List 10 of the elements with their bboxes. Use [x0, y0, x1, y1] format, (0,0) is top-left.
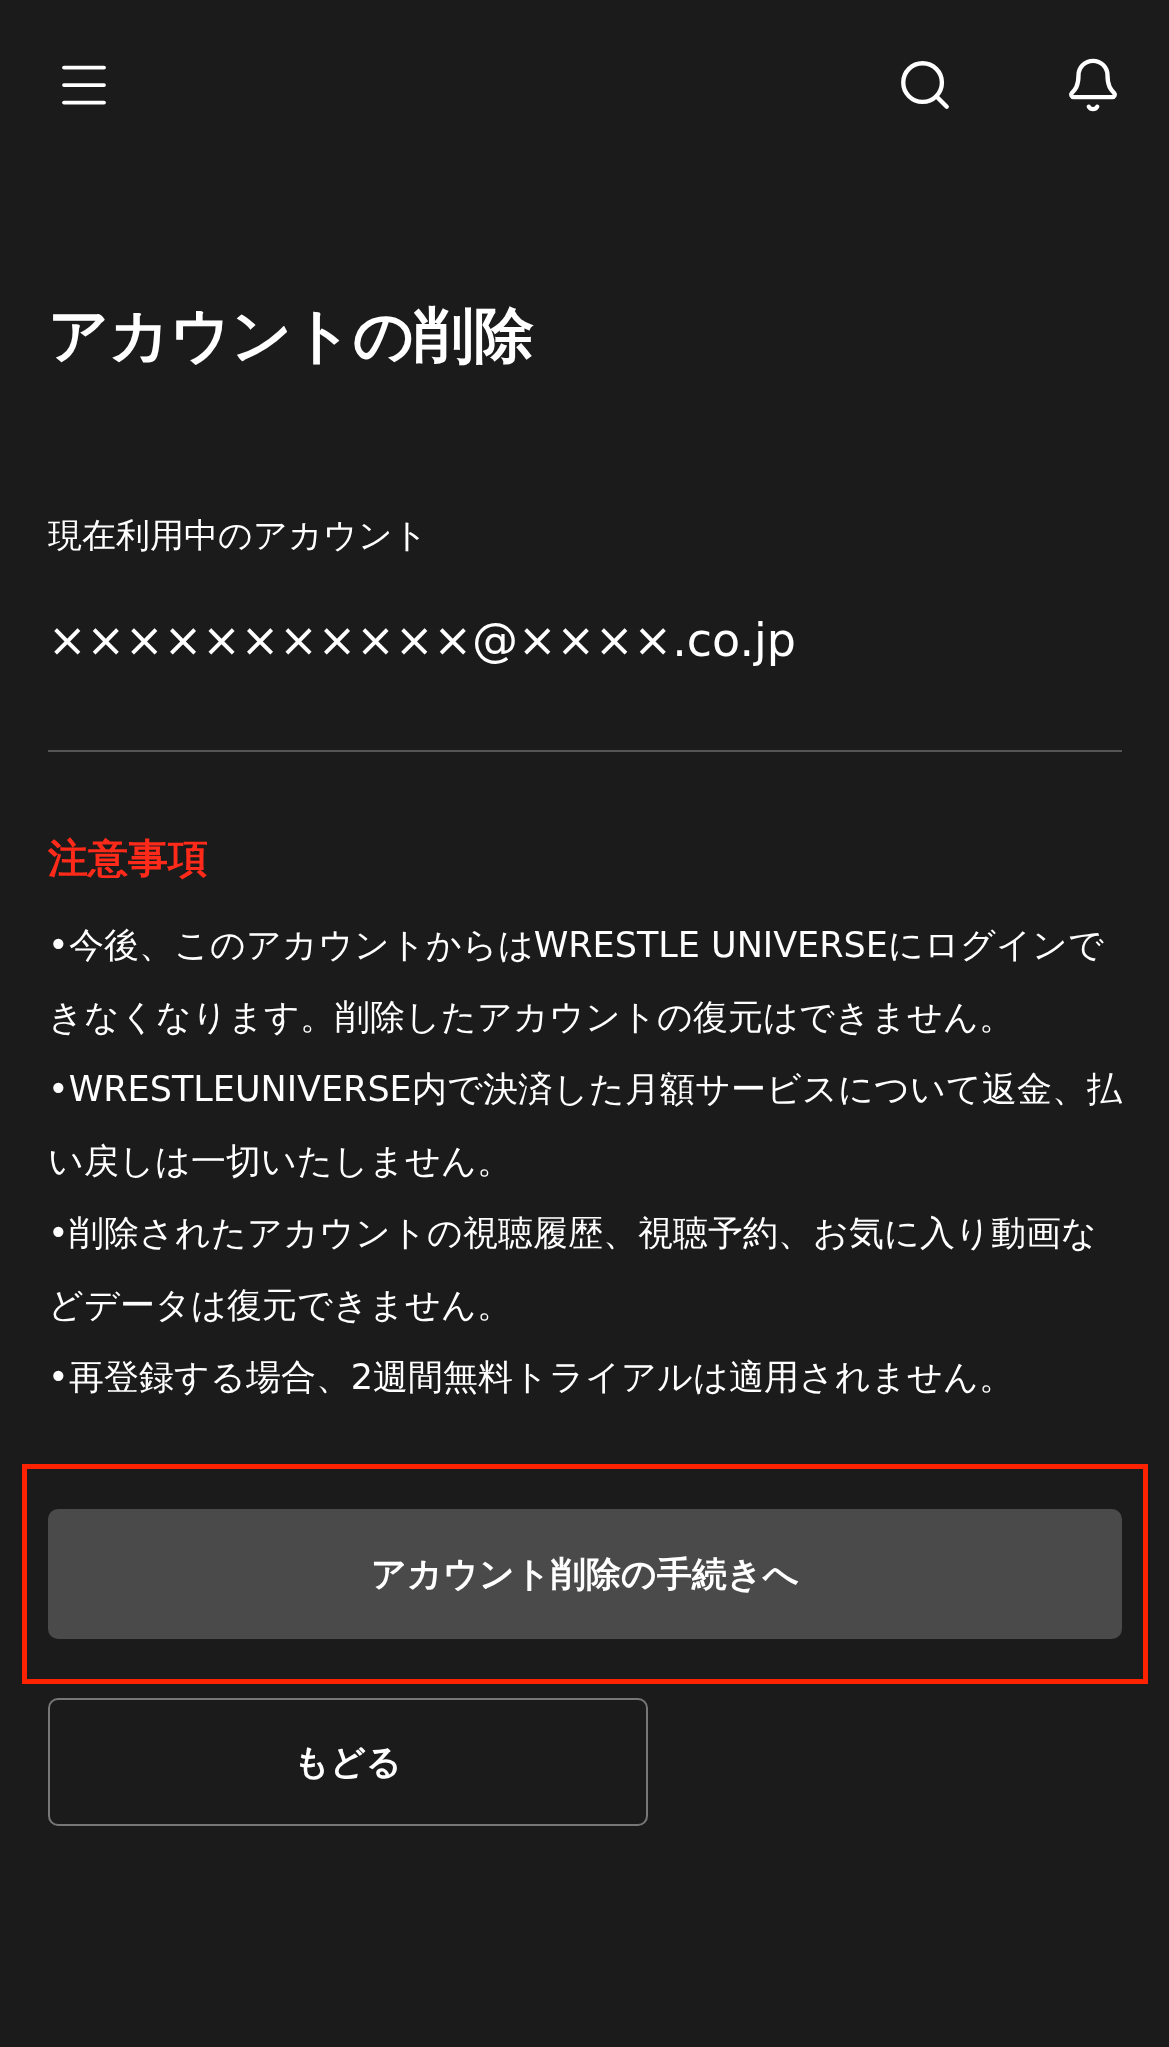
delete-account-button[interactable]: アカウント削除の手続きへ	[48, 1509, 1122, 1639]
page-title: アカウントの削除	[48, 299, 535, 372]
account-email: ×××××××××××@××××.co.jp	[48, 612, 797, 669]
notice-item: •削除されたアカウントの視聴履歴、視聴予約、お気に入り動画などデータは復元できません。	[48, 1212, 1098, 1327]
notice-heading: 注意事項	[48, 834, 209, 883]
account-label: 現在利用中のアカウント	[48, 514, 429, 557]
notice-item: •WRESTLEUNIVERSE内で決済した月額サービスについて返金、払い戻しは一切いたしません。	[48, 1068, 1122, 1183]
back-button[interactable]: もどる	[48, 1698, 648, 1826]
notice-item: •今後、このアカウントからはWRESTLE UNIVERSEにログインできなくなります。削除したアカウントの復元はできません。	[48, 924, 1105, 1039]
notice-item: •再登録する場合、2週間無料トライアルは適用されません。	[48, 1356, 1015, 1399]
